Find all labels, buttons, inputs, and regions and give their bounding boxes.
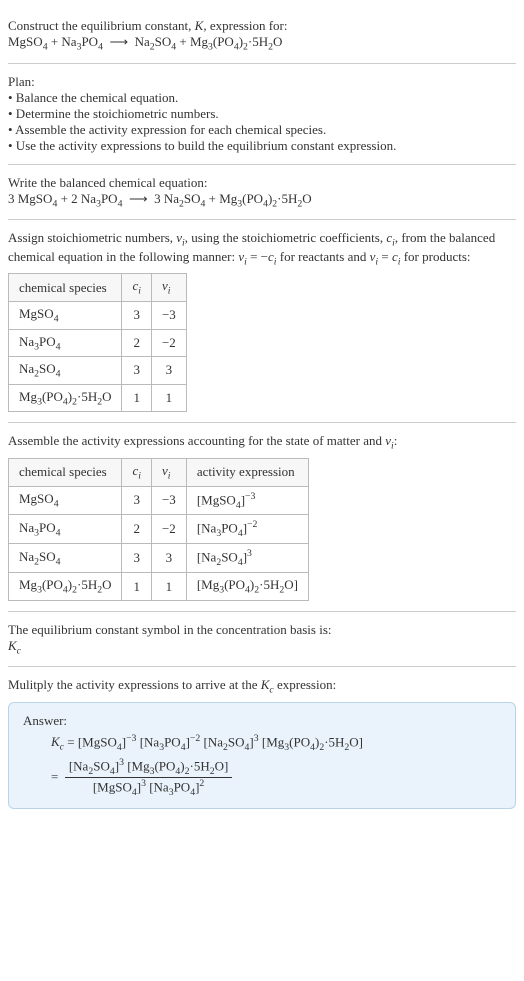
- table-row: Mg3(PO4)2·5H2O 1 1: [9, 384, 187, 412]
- table-row: Na3PO4 2 −2 [Na3PO4]−2: [9, 515, 309, 544]
- activity-cell: [Na3PO4]−2: [186, 515, 308, 544]
- table-row: Na3PO4 2 −2: [9, 329, 187, 357]
- multiply-line: Mulitply the activity expressions to arr…: [8, 677, 516, 696]
- ci-cell: 3: [122, 357, 152, 385]
- ci-cell: 3: [122, 544, 152, 573]
- unbalanced-equation: MgSO4 + Na3PO4 ⟶ Na2SO4 + Mg3(PO4)2·5H2O: [8, 34, 516, 53]
- answer-fraction: [Na2SO4]3 [Mg3(PO4)2·5H2O] [MgSO4]3 [Na3…: [65, 757, 232, 798]
- col-ci: ci: [122, 274, 152, 302]
- col-species: chemical species: [9, 274, 122, 302]
- col-vi: νi: [151, 458, 186, 486]
- symbol-line1: The equilibrium constant symbol in the c…: [8, 622, 516, 638]
- ci-cell: 1: [122, 384, 152, 412]
- plan-bullet-1: • Balance the chemical equation.: [8, 90, 516, 106]
- species-cell: MgSO4: [9, 301, 122, 329]
- answer-box: Answer: Kc = [MgSO4]−3 [Na3PO4]−2 [Na2SO…: [8, 702, 516, 809]
- species-cell: Mg3(PO4)2·5H2O: [9, 573, 122, 601]
- ci-cell: 3: [122, 301, 152, 329]
- result-section: Mulitply the activity expressions to arr…: [8, 667, 516, 818]
- fraction-denominator: [MgSO4]3 [Na3PO4]2: [65, 778, 232, 798]
- col-activity: activity expression: [186, 458, 308, 486]
- species-cell: Na2SO4: [9, 544, 122, 573]
- prompt-section: Construct the equilibrium constant, K, e…: [8, 8, 516, 64]
- vi-cell: 3: [151, 544, 186, 573]
- plan-section: Plan: • Balance the chemical equation. •…: [8, 64, 516, 165]
- activity-cell: [Na2SO4]3: [186, 544, 308, 573]
- fraction-numerator: [Na2SO4]3 [Mg3(PO4)2·5H2O]: [65, 757, 232, 778]
- plan-heading: Plan:: [8, 74, 516, 90]
- table-row: Na2SO4 3 3 [Na2SO4]3: [9, 544, 309, 573]
- plan-bullet-2: • Determine the stoichiometric numbers.: [8, 106, 516, 122]
- ci-cell: 1: [122, 573, 152, 601]
- plan-bullet-3: • Assemble the activity expression for e…: [8, 122, 516, 138]
- table-header-row: chemical species ci νi: [9, 274, 187, 302]
- ci-cell: 2: [122, 515, 152, 544]
- activity-cell: [Mg3(PO4)2·5H2O]: [186, 573, 308, 601]
- col-species: chemical species: [9, 458, 122, 486]
- ci-cell: 2: [122, 329, 152, 357]
- species-cell: Na2SO4: [9, 357, 122, 385]
- plan-bullet-4: • Use the activity expressions to build …: [8, 138, 516, 154]
- vi-cell: 1: [151, 573, 186, 601]
- activity-table: chemical species ci νi activity expressi…: [8, 458, 309, 601]
- table-header-row: chemical species ci νi activity expressi…: [9, 458, 309, 486]
- species-cell: Mg3(PO4)2·5H2O: [9, 384, 122, 412]
- answer-fraction-line: = [Na2SO4]3 [Mg3(PO4)2·5H2O] [MgSO4]3 [N…: [51, 757, 501, 798]
- table-row: MgSO4 3 −3: [9, 301, 187, 329]
- ci-cell: 3: [122, 486, 152, 515]
- balanced-section: Write the balanced chemical equation: 3 …: [8, 165, 516, 221]
- vi-cell: 1: [151, 384, 186, 412]
- prompt-line: Construct the equilibrium constant, K, e…: [8, 18, 516, 34]
- table-row: MgSO4 3 −3 [MgSO4]−3: [9, 486, 309, 515]
- species-cell: Na3PO4: [9, 329, 122, 357]
- symbol-kc: Kc: [8, 638, 516, 657]
- symbol-section: The equilibrium constant symbol in the c…: [8, 612, 516, 668]
- stoich-intro: Assign stoichiometric numbers, νi, using…: [8, 230, 516, 267]
- stoich-table: chemical species ci νi MgSO4 3 −3 Na3PO4…: [8, 273, 187, 412]
- vi-cell: −3: [151, 301, 186, 329]
- table-row: Mg3(PO4)2·5H2O 1 1 [Mg3(PO4)2·5H2O]: [9, 573, 309, 601]
- col-vi: νi: [151, 274, 186, 302]
- activity-section: Assemble the activity expressions accoun…: [8, 423, 516, 612]
- vi-cell: −3: [151, 486, 186, 515]
- vi-cell: −2: [151, 515, 186, 544]
- stoich-section: Assign stoichiometric numbers, νi, using…: [8, 220, 516, 423]
- activity-cell: [MgSO4]−3: [186, 486, 308, 515]
- balanced-heading: Write the balanced chemical equation:: [8, 175, 516, 191]
- vi-cell: −2: [151, 329, 186, 357]
- table-row: Na2SO4 3 3: [9, 357, 187, 385]
- species-cell: MgSO4: [9, 486, 122, 515]
- vi-cell: 3: [151, 357, 186, 385]
- col-ci: ci: [122, 458, 152, 486]
- species-cell: Na3PO4: [9, 515, 122, 544]
- balanced-equation: 3 MgSO4 + 2 Na3PO4 ⟶ 3 Na2SO4 + Mg3(PO4)…: [8, 191, 516, 210]
- activity-intro: Assemble the activity expressions accoun…: [8, 433, 516, 452]
- answer-label: Answer:: [23, 713, 501, 729]
- answer-expression: Kc = [MgSO4]−3 [Na3PO4]−2 [Na2SO4]3 [Mg3…: [51, 733, 501, 753]
